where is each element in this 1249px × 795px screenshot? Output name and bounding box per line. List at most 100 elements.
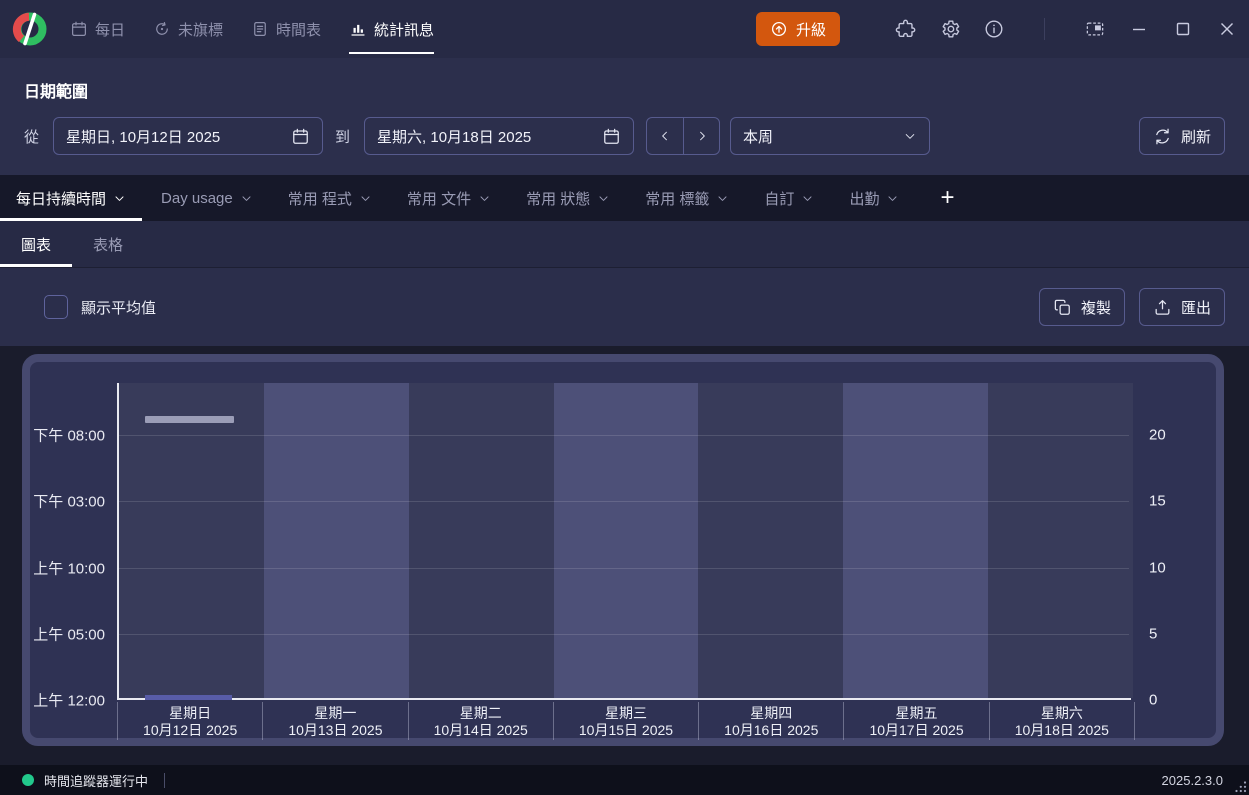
nav-item-label: 時間表 <box>276 19 321 40</box>
chevron-down-icon <box>597 192 610 205</box>
day-column <box>843 383 988 698</box>
date-range-title: 日期範圍 <box>24 78 1225 102</box>
next-week-button[interactable] <box>683 118 719 154</box>
stat-tab-label: Day usage <box>161 190 233 207</box>
info-icon <box>983 18 1005 40</box>
time-axis-tick-label: 上午 05:00 <box>33 623 105 644</box>
plugins-button[interactable] <box>888 11 924 47</box>
day-column <box>988 383 1133 698</box>
from-date-field[interactable]: 星期日, 10月12日 2025 <box>53 117 323 155</box>
close-button[interactable] <box>1205 9 1249 49</box>
stat-tab-day-usage[interactable]: Day usage <box>145 175 269 221</box>
date-preset-value: 本周 <box>743 126 773 147</box>
refresh-button[interactable]: 刷新 <box>1139 117 1225 155</box>
hours-axis-tick-label: 10 <box>1149 559 1166 576</box>
export-icon <box>1153 298 1172 317</box>
titlebar: 每日 未旗標 時間表 統計訊息 升級 <box>0 0 1249 58</box>
chevron-down-icon <box>359 192 372 205</box>
date-label: 10月14日 2025 <box>409 722 553 739</box>
nav-item-label: 每日 <box>95 19 125 40</box>
tracker-status-icon <box>22 774 34 786</box>
gridline <box>119 634 1129 635</box>
nav-item-daily[interactable]: 每日 <box>70 0 125 58</box>
previous-week-button[interactable] <box>647 118 683 154</box>
time-axis-tick-label: 下午 08:00 <box>33 425 105 446</box>
nav-item-timesheet[interactable]: 時間表 <box>251 0 321 58</box>
view-tab-table[interactable]: 表格 <box>72 221 144 267</box>
stat-tab-top-tags[interactable]: 常用 標籤 <box>629 175 745 221</box>
hours-axis-tick-label: 15 <box>1149 493 1166 510</box>
view-tab-label: 表格 <box>93 234 123 255</box>
time-axis-tick-label: 上午 12:00 <box>33 690 105 711</box>
date-label: 10月15日 2025 <box>554 722 698 739</box>
nav-item-statistics[interactable]: 統計訊息 <box>349 0 434 58</box>
nav-item-unflagged[interactable]: 未旗標 <box>153 0 223 58</box>
hours-axis-labels: 20151050 <box>1142 383 1202 700</box>
daily-duration-bar[interactable] <box>145 695 232 700</box>
stat-tab-attendance[interactable]: 出勤 <box>833 175 915 221</box>
stat-tab-label: 常用 文件 <box>407 188 471 209</box>
export-button[interactable]: 匯出 <box>1139 288 1225 326</box>
close-icon <box>1220 22 1234 36</box>
view-tab-chart[interactable]: 圖表 <box>0 221 72 267</box>
timesheet-icon <box>251 20 269 38</box>
stat-tab-label: 常用 狀態 <box>526 188 590 209</box>
to-date-field[interactable]: 星期六, 10月18日 2025 <box>364 117 634 155</box>
weekday-label: 星期二 <box>409 705 553 722</box>
status-divider <box>164 773 165 788</box>
about-button[interactable] <box>976 11 1012 47</box>
resize-grip-icon[interactable] <box>1234 780 1247 793</box>
hours-axis-tick-label: 0 <box>1149 692 1157 709</box>
compact-window-icon <box>1086 21 1104 37</box>
settings-button[interactable] <box>932 11 968 47</box>
stat-tab-daily-duration[interactable]: 每日持續時間 <box>0 175 142 221</box>
gridline <box>119 568 1129 569</box>
app-logo-icon <box>12 11 48 47</box>
day-label: 星期一10月13日 2025 <box>263 702 408 740</box>
hours-axis-tick-label: 5 <box>1149 625 1157 642</box>
weekday-label: 星期五 <box>844 705 988 722</box>
time-axis-tick-label: 下午 03:00 <box>33 491 105 512</box>
app-window: 每日 未旗標 時間表 統計訊息 升級 日期範圍 <box>0 0 1249 795</box>
time-axis-tick-label: 上午 10:00 <box>33 557 105 578</box>
date-label: 10月16日 2025 <box>699 722 843 739</box>
view-tab-label: 圖表 <box>21 234 51 255</box>
export-label: 匯出 <box>1181 297 1211 318</box>
add-statistic-tab-button[interactable]: + <box>924 175 970 221</box>
stat-tab-top-states[interactable]: 常用 狀態 <box>510 175 626 221</box>
day-label: 星期三10月15日 2025 <box>554 702 699 740</box>
calendar-icon <box>602 127 621 146</box>
chart-toolbar: 顯示平均值 複製 匯出 <box>0 268 1249 346</box>
view-tabs: 圖表 表格 <box>0 221 1249 268</box>
maximize-button[interactable] <box>1161 9 1205 49</box>
stat-tab-top-documents[interactable]: 常用 文件 <box>391 175 507 221</box>
copy-button[interactable]: 複製 <box>1039 288 1125 326</box>
stat-tab-top-applications[interactable]: 常用 程式 <box>272 175 388 221</box>
chevron-right-icon <box>695 129 709 143</box>
day-column <box>554 383 699 698</box>
minimize-button[interactable] <box>1117 9 1161 49</box>
gear-icon <box>939 18 961 40</box>
day-column <box>409 383 554 698</box>
upgrade-button[interactable]: 升級 <box>756 12 840 46</box>
chevron-down-icon <box>113 192 126 205</box>
weekday-label: 星期四 <box>699 705 843 722</box>
refresh-icon <box>1153 127 1172 146</box>
stat-tab-custom[interactable]: 自訂 <box>748 175 830 221</box>
titlebar-divider <box>1044 18 1045 40</box>
puzzle-icon <box>895 18 917 40</box>
show-average-checkbox[interactable] <box>44 295 68 319</box>
day-label: 星期日10月12日 2025 <box>117 702 263 740</box>
from-label: 從 <box>24 126 39 147</box>
chart-panel: 下午 08:00 下午 03:00 上午 10:00 上午 05:00 上午 12:00… <box>22 354 1224 746</box>
day-column <box>264 383 409 698</box>
weekday-label: 星期三 <box>554 705 698 722</box>
chart-plot-area[interactable] <box>117 383 1131 700</box>
upgrade-label: 升級 <box>796 19 826 40</box>
refresh-label: 刷新 <box>1181 126 1211 147</box>
compact-mode-button[interactable] <box>1073 9 1117 49</box>
usage-segment-bar[interactable] <box>145 416 234 423</box>
date-label: 10月18日 2025 <box>990 722 1134 739</box>
date-preset-select[interactable]: 本周 <box>730 117 930 155</box>
day-label: 星期四10月16日 2025 <box>699 702 844 740</box>
